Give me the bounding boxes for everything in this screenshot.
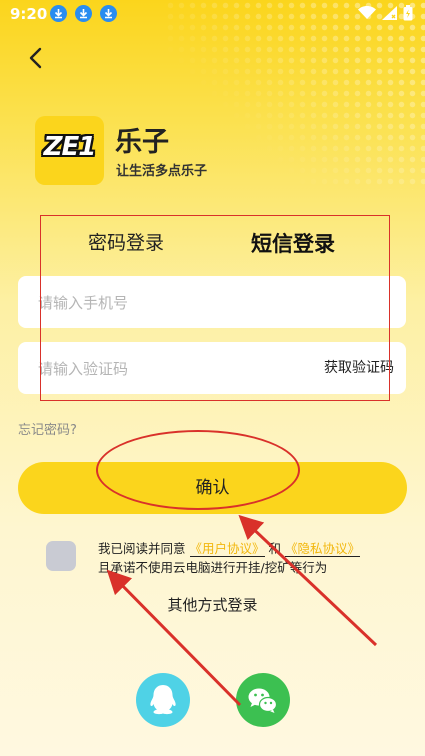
status-icons [358,5,413,21]
status-time: 9:20 [10,5,48,23]
wifi-icon [358,6,376,19]
agreement-text: 我已阅读并同意 《用户协议》 和 《隐私协议》 且承诺不使用云电脑进行开挂/挖矿… [98,539,398,577]
download-icon [50,5,67,22]
agreement-prefix: 我已阅读并同意 [98,541,186,556]
app-name: 乐子 [115,127,169,158]
battery-icon [403,5,413,21]
app-slogan: 让生活多点乐子 [116,164,208,179]
other-login-label: 其他方式登录 [167,596,258,614]
user-agreement-link[interactable]: 《用户协议》 [189,541,265,557]
qq-icon [150,685,176,715]
wechat-icon [248,688,278,713]
agreement-checkbox[interactable] [46,541,76,571]
signal-icon [382,6,397,20]
download-icon [75,5,92,22]
wechat-login-button[interactable] [236,673,290,727]
download-icon [100,5,117,22]
privacy-policy-link[interactable]: 《隐私协议》 [285,541,361,557]
app-logo-text: ZE1 [43,132,97,162]
agreement-and: 和 [268,541,282,556]
annotation-rectangle [40,215,390,401]
qq-login-button[interactable] [136,673,190,727]
forgot-password-link[interactable]: 忘记密码? [18,419,77,438]
annotation-ellipse [96,430,300,510]
back-button[interactable] [26,44,46,72]
app-logo: ZE1 [35,116,104,185]
chevron-left-icon [29,47,42,69]
agreement-suffix: 且承诺不使用云电脑进行开挂/挖矿等行为 [98,560,328,575]
